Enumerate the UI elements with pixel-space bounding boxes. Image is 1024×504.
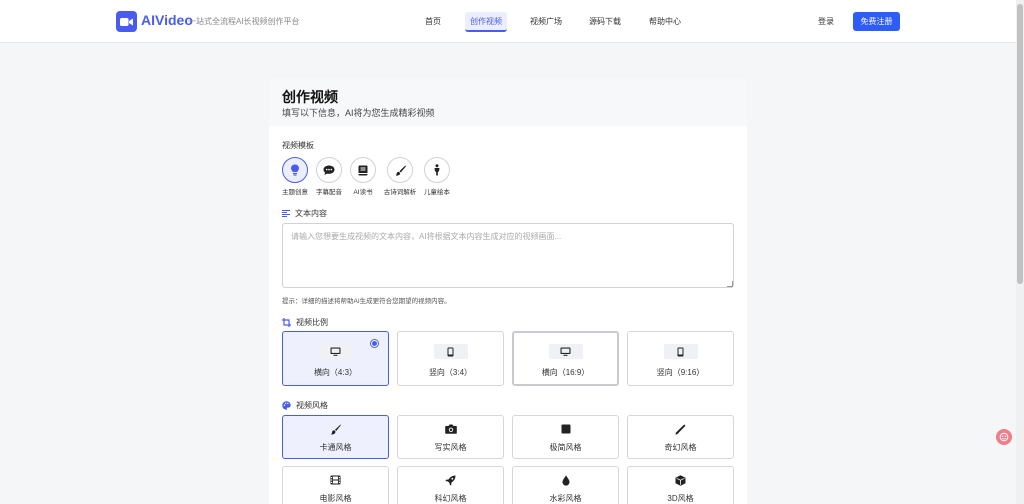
ratio-option-9-16[interactable]: 竖向（9:16） (627, 331, 734, 386)
card-header: 创作视频 填写以下信息，AI将为您生成精彩视频 (269, 78, 747, 126)
video-camera-logo-icon[interactable] (116, 11, 137, 32)
page-subtitle: 填写以下信息，AI将为您生成精彩视频 (282, 108, 435, 118)
template-item-ai-reading[interactable]: AI读书 (343, 157, 383, 196)
monitor-icon (330, 347, 341, 356)
lightbulb-icon (291, 164, 299, 176)
style-option-3d[interactable]: 3D风格 (627, 466, 734, 504)
text-content-hint: 提示：详细的描述将帮助AI生成更符合您期望的视频内容。 (282, 298, 451, 305)
floating-helper-button[interactable] (996, 429, 1012, 445)
text-content-input[interactable] (282, 223, 734, 288)
nav-help-center[interactable]: 帮助中心 (645, 12, 685, 32)
child-icon (434, 164, 440, 176)
book-icon (358, 165, 368, 175)
palette-icon (282, 401, 291, 410)
monitor-icon (560, 347, 571, 356)
camera-icon (444, 424, 457, 434)
style-option-minimal[interactable]: 极简风格 (512, 415, 619, 459)
top-header: AIVideo 一站式全流程AI长视频创作平台 首页 创作视频 视频广场 源码下… (0, 0, 1016, 43)
nav-source-download[interactable]: 源码下载 (585, 12, 625, 32)
film-icon (330, 475, 341, 485)
page-title: 创作视频 (282, 89, 338, 105)
style-option-realistic[interactable]: 写实风格 (397, 415, 504, 459)
align-left-icon (282, 210, 290, 217)
logo-text[interactable]: AIVideo (141, 12, 193, 28)
brush-icon (394, 165, 406, 176)
nav-video-square[interactable]: 视频广场 (526, 12, 566, 32)
style-option-film[interactable]: 电影风格 (282, 466, 389, 504)
wand-icon (675, 424, 686, 435)
speech-bubble-icon (323, 165, 335, 175)
phone-icon (447, 347, 454, 356)
crop-icon (282, 318, 291, 327)
page-scrollbar[interactable] (1016, 0, 1024, 504)
scrollbar-thumb[interactable] (1017, 4, 1023, 284)
logo-slogan: 一站式全流程AI长视频创作平台 (188, 17, 300, 26)
style-option-fantasy[interactable]: 奇幻风格 (627, 415, 734, 459)
ratio-section-label: 视频比例 (282, 317, 328, 328)
textarea-resize-handle[interactable] (727, 281, 733, 287)
ratio-option-4-3[interactable]: 横向（4:3） (282, 331, 389, 386)
nav-create-video[interactable]: 创作视频 (465, 12, 507, 32)
cube-icon (675, 475, 686, 486)
text-content-section-label: 文本内容 (282, 208, 327, 219)
style-section-label: 视频风格 (282, 400, 328, 411)
droplet-icon (562, 475, 569, 486)
nav-home[interactable]: 首页 (420, 12, 446, 32)
create-video-card: 创作视频 填写以下信息，AI将为您生成精彩视频 视频模板 主题创意 字幕配音 A… (269, 78, 747, 504)
style-option-cartoon[interactable]: 卡通风格 (282, 415, 389, 459)
phone-icon (677, 347, 684, 356)
style-option-scifi[interactable]: 科幻风格 (397, 466, 504, 504)
template-section-label: 视频模板 (282, 141, 314, 150)
square-icon (561, 424, 570, 434)
ratio-option-16-9[interactable]: 横向（16:9） (512, 331, 619, 386)
template-item-picture-book[interactable]: 儿童绘本 (417, 157, 457, 196)
floating-helper-icon (999, 432, 1009, 442)
paintbrush-icon (330, 424, 341, 435)
template-item-poetry[interactable]: 古诗词解析 (380, 157, 420, 196)
style-option-watercolor[interactable]: 水彩风格 (512, 466, 619, 504)
rocket-icon (445, 475, 456, 486)
ratio-option-3-4[interactable]: 竖向（3:4） (397, 331, 504, 386)
register-button[interactable]: 免费注册 (853, 12, 900, 31)
login-link[interactable]: 登录 (818, 16, 834, 27)
